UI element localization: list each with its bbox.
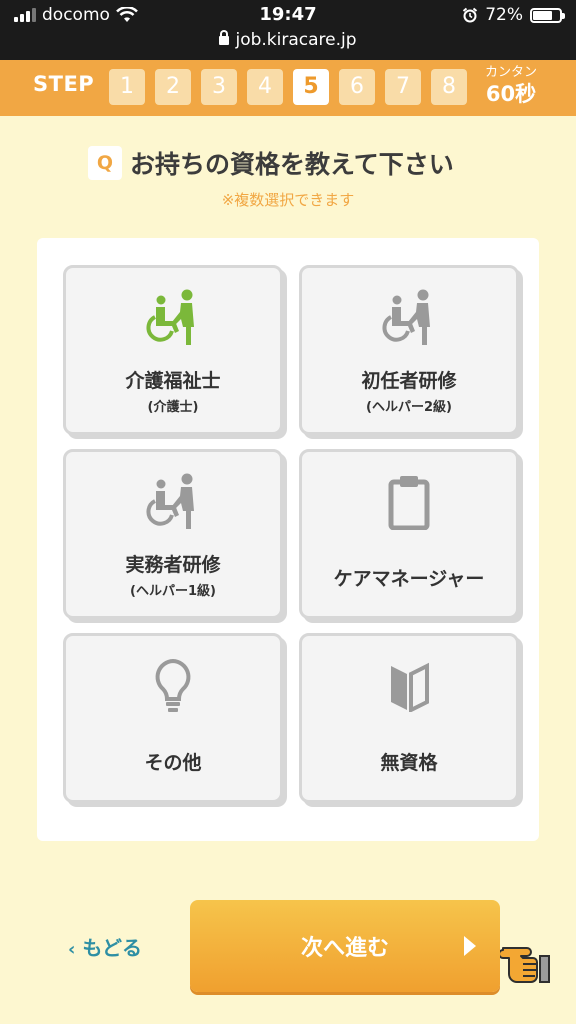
option-card-shoninsha-kenshu[interactable]: 初任者研修 (ヘルパー2級) [299,265,519,435]
step-7: 7 [385,69,421,105]
caregiver-wheelchair-icon [302,288,516,348]
option-card-kaigo-fukushishi[interactable]: 介護福祉士 (介護士) [63,265,283,435]
step-1: 1 [109,69,145,105]
option-sublabel: (ヘルパー2級) [366,400,452,415]
step-8: 8 [431,69,467,105]
option-card-no-qualification[interactable]: 無資格 [299,633,519,803]
option-sublabel: (介護士) [147,400,199,415]
status-bar: docomo 19:47 job.kiracare.jp 72% [0,0,576,60]
url-text: job.kiracare.jp [235,30,357,50]
chevron-left-icon: ‹ [68,939,76,960]
battery-icon [530,7,565,23]
clipboard-icon [302,472,516,532]
quick-label: カンタン [484,65,537,80]
step-4: 4 [247,69,283,105]
back-label: もどる [82,936,142,960]
caregiver-wheelchair-icon [66,288,280,348]
quick-time-badge: カンタン 60秒 [476,65,546,107]
question-heading: Q お持ちの資格を教えて下さい [88,145,454,181]
option-label: 実務者研修 [125,554,221,576]
option-sublabel: (ヘルパー1級) [130,584,216,599]
quick-seconds: 60秒 [485,82,537,106]
option-label: その他 [144,752,202,774]
step-2: 2 [155,69,191,105]
option-label: 無資格 [380,752,438,774]
lightbulb-icon [66,656,280,716]
question-text: お持ちの資格を教えて下さい [130,150,454,179]
step-progress-bar: STEP 1 2 3 4 5 6 7 8 カンタン 60秒 [0,60,576,116]
step-3: 3 [201,69,237,105]
step-5-current: 5 [293,69,329,105]
back-link[interactable]: ‹ もどる [68,932,142,961]
option-card-jitsumusha-kenshu[interactable]: 実務者研修 (ヘルパー1級) [63,449,283,619]
address-bar[interactable]: job.kiracare.jp [0,30,576,50]
step-6: 6 [339,69,375,105]
battery-percent: 72% [485,5,523,25]
play-arrow-icon [464,936,476,956]
next-button[interactable]: 次へ進む [190,900,500,992]
option-card-other[interactable]: その他 [63,633,283,803]
caregiver-wheelchair-icon [66,472,280,532]
lock-icon [219,30,230,45]
pointing-hand-icon [500,947,550,983]
alarm-icon [463,7,478,23]
option-label: 初任者研修 [361,370,457,392]
question-badge: Q [88,146,122,180]
option-label: 介護福祉士 [125,370,221,392]
next-label: 次へ進む [300,936,389,961]
option-label: ケアマネージャー [333,568,485,590]
status-right: 72% [462,5,565,25]
option-card-care-manager[interactable]: ケアマネージャー [299,449,519,619]
options-panel: 介護福祉士 (介護士) 初任者研修 (ヘルパー2級) 実務者研修 (ヘルパー1級… [37,238,539,841]
multi-select-note: ※複数選択できます [221,191,355,209]
beginner-mark-icon [302,656,516,716]
step-label: STEP [33,72,95,96]
